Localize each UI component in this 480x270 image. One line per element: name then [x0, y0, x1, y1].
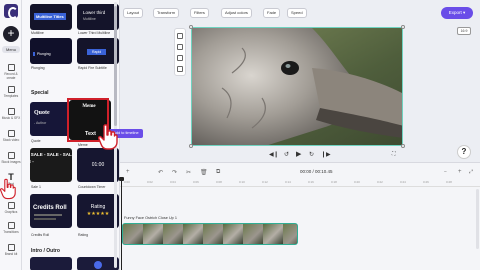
hand-cursor-icon	[98, 124, 118, 150]
split-icon[interactable]: ✂	[186, 169, 191, 176]
template-card-credits-roll[interactable]: Credits Roll	[30, 194, 72, 228]
aspect-ratio-button[interactable]: 16:9	[457, 27, 471, 35]
skip-forward-icon[interactable]: ❙▶	[321, 151, 331, 158]
graphics-icon	[7, 202, 15, 209]
template-card-rapid[interactable]: Rapid	[77, 38, 119, 64]
template-card-multiline[interactable]: Multiline Titles	[30, 4, 72, 30]
clip-label: Funny Face Ostrich Close Up 1	[124, 216, 177, 220]
stock-images-icon	[7, 152, 15, 159]
timeline: + ↶ ↷ ✂ 🗑 ⧉ 00:00 / 00:10.45 + ⤢ − 0:00 …	[119, 162, 480, 270]
hand-cursor-icon-rail	[0, 178, 16, 200]
template-card-intro-2[interactable]	[77, 257, 119, 270]
brand-kit-icon	[7, 244, 15, 251]
menu-button[interactable]: Menu	[2, 46, 20, 53]
template-card-plunging[interactable]: Plunging	[30, 38, 72, 64]
resize-handle-tl[interactable]	[189, 25, 193, 29]
playhead[interactable]	[119, 177, 124, 270]
transform-button[interactable]: Transform	[153, 8, 180, 18]
resize-handle-tr[interactable]	[401, 25, 405, 29]
record-icon	[7, 64, 15, 71]
zoom-out-icon[interactable]: −	[444, 169, 447, 175]
video-clip[interactable]	[122, 223, 298, 245]
adjust-colors-button[interactable]: Adjust colors	[221, 8, 252, 18]
filters-button[interactable]: Filters	[190, 8, 209, 18]
fade-button[interactable]: Fade	[263, 8, 281, 18]
section-special-title: Special	[31, 90, 49, 96]
skip-back-icon[interactable]: ◀❙	[269, 151, 279, 158]
play-icon[interactable]: ▶	[296, 150, 301, 158]
zoom-in-icon[interactable]: +	[458, 169, 462, 175]
rail-item-stock-images[interactable]: Stock images	[0, 152, 22, 164]
transitions-icon	[7, 222, 15, 229]
rail-item-record[interactable]: Record & create	[0, 64, 22, 80]
duplicate-icon[interactable]: ⧉	[216, 169, 220, 176]
template-card-lower-third[interactable]: Lower third Multiline	[77, 4, 119, 30]
resize-handle-br[interactable]	[401, 144, 405, 148]
rail-item-transitions[interactable]: Transitions	[0, 222, 22, 234]
chevron-down-icon: ▾	[463, 10, 466, 15]
help-button[interactable]: ?	[457, 145, 471, 159]
rail-item-music[interactable]: Music & SFX	[0, 108, 22, 120]
rotate-icon[interactable]	[177, 66, 183, 72]
section-intro-title: Intro / Outro	[31, 248, 60, 254]
fullscreen-icon[interactable]: ⛶	[392, 151, 396, 157]
left-rail: + Menu Record & create Templates Music &…	[0, 0, 22, 270]
rail-item-graphics[interactable]: Graphics	[0, 202, 22, 214]
fill-icon[interactable]	[177, 55, 183, 61]
templates-icon	[7, 86, 15, 93]
template-card-sale[interactable]: - SALE - SALE - SALE -	[30, 148, 72, 182]
timeline-ruler[interactable]: 0:00 0:02 0:04 0:06 0:08 0:10 0:12 0:14 …	[120, 179, 480, 187]
template-card-countdown[interactable]: 01:00	[77, 148, 119, 182]
add-track-icon[interactable]: +	[126, 169, 130, 175]
ostrich-video-frame	[192, 28, 402, 145]
template-card-quote[interactable]: Quote - Author	[30, 102, 72, 136]
redo-icon[interactable]: ↷	[172, 169, 177, 176]
export-button[interactable]: Export ▾	[441, 7, 473, 19]
template-card-rating[interactable]: Rating ★★★★★	[77, 194, 119, 228]
speed-button[interactable]: Speed	[287, 8, 307, 18]
fit-timeline-icon[interactable]: ⤢	[469, 169, 473, 175]
add-media-button[interactable]: +	[3, 26, 19, 42]
layout-button[interactable]: Layout	[123, 8, 144, 18]
stock-video-icon	[7, 130, 15, 137]
preview-side-tools	[174, 28, 186, 76]
music-icon	[7, 108, 15, 115]
resize-handle-bl[interactable]	[189, 144, 193, 148]
stars-icon: ★★★★★	[86, 211, 110, 217]
fit-icon[interactable]	[177, 44, 183, 50]
video-preview[interactable]	[191, 27, 403, 146]
delete-icon[interactable]: 🗑	[200, 169, 208, 176]
timecode: 00:00 / 00:10.45	[300, 169, 333, 174]
rail-item-templates[interactable]: Templates	[0, 86, 22, 98]
app-logo-icon[interactable]	[4, 4, 18, 19]
crop-icon[interactable]	[177, 33, 183, 39]
rail-item-stock-video[interactable]: Stock video	[0, 130, 22, 142]
rail-item-brand-kit[interactable]: Brand kit	[0, 244, 22, 256]
forward-icon[interactable]: ↻	[309, 151, 314, 158]
template-card-intro-1[interactable]	[30, 257, 72, 270]
undo-icon[interactable]: ↶	[158, 169, 163, 176]
rewind-icon[interactable]: ↺	[284, 151, 289, 158]
timeline-scrollbar[interactable]	[476, 189, 479, 249]
